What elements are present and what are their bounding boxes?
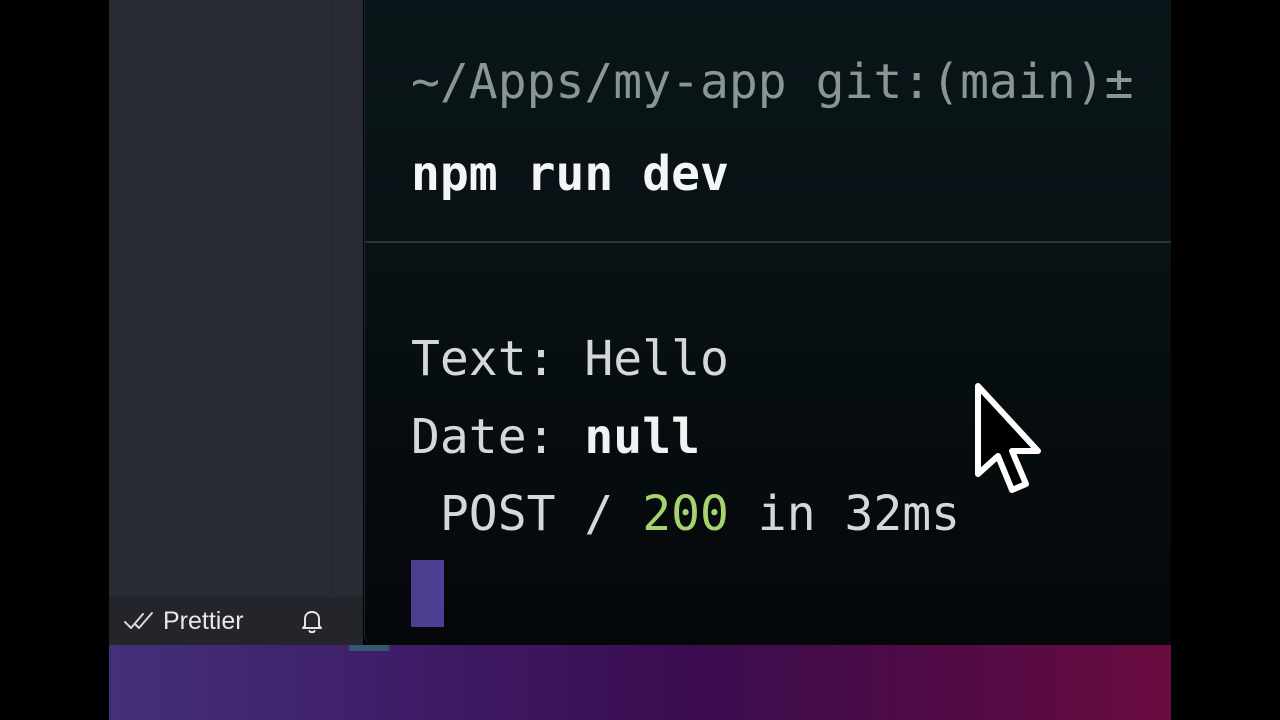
output-text-label: Text:	[411, 331, 585, 387]
bell-icon[interactable]	[297, 606, 327, 636]
screen: Prettier ~/Apps/my-app git:(main)± npm r…	[0, 0, 1280, 720]
terminal-panel[interactable]: ~/Apps/my-app git:(main)± npm run dev Te…	[364, 0, 1172, 645]
output-line-date: Date: null	[411, 413, 700, 461]
request-method: POST /	[411, 486, 643, 542]
editor-sidebar	[109, 0, 363, 645]
letterbox-right	[1171, 0, 1280, 720]
desktop-wallpaper	[109, 645, 1171, 720]
status-code: 200	[642, 486, 729, 542]
terminal-cursor	[411, 560, 444, 627]
output-line-request: POST / 200 in 32ms	[411, 490, 960, 538]
mouse-pointer-icon	[975, 383, 1041, 493]
status-bar: Prettier	[109, 597, 363, 645]
output-line-text: Text: Hello	[411, 335, 729, 383]
output-date-label: Date:	[411, 409, 585, 465]
prettier-status-item[interactable]: Prettier	[123, 607, 244, 636]
panel-divider	[331, 0, 332, 595]
prettier-label: Prettier	[163, 606, 244, 635]
command-divider	[365, 241, 1172, 243]
letterbox-left	[0, 0, 109, 720]
output-text-value: Hello	[584, 331, 729, 387]
request-timing: in 32ms	[728, 486, 961, 542]
output-date-value: null	[584, 409, 700, 465]
double-check-icon	[124, 612, 153, 629]
terminal-prompt: ~/Apps/my-app git:(main)±	[411, 54, 1134, 110]
terminal-command: npm run dev	[411, 146, 729, 202]
